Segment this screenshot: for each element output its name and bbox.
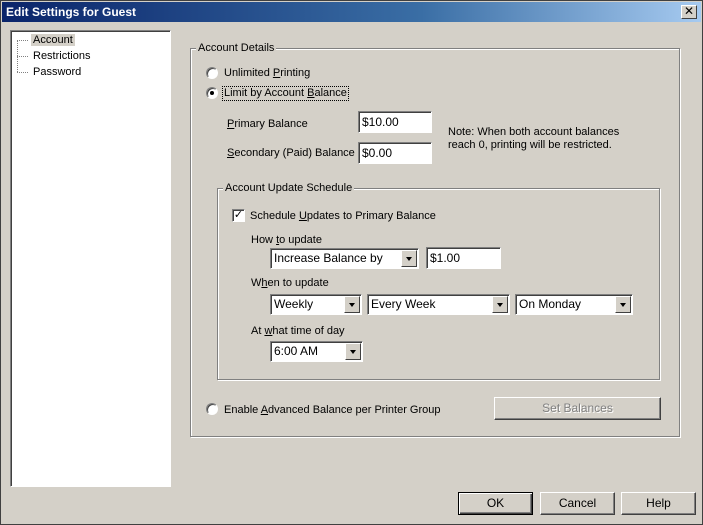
label-part: o update — [279, 234, 322, 246]
chevron-down-icon[interactable] — [344, 296, 360, 313]
label-part: Enable — [224, 404, 261, 416]
check-icon: ✓ — [233, 209, 244, 221]
dialog-window: Edit Settings for Guest ✕ Account Restri… — [0, 0, 703, 525]
chevron-down-icon[interactable] — [345, 343, 361, 360]
label-accelerator: A — [260, 404, 269, 416]
secondary-balance-label: Secondary (Paid) Balance — [227, 147, 355, 160]
chevron-down-icon[interactable] — [492, 296, 508, 313]
window-title: Edit Settings for Guest — [6, 5, 137, 19]
label-part: pdates to Primary Balance — [306, 210, 436, 222]
unlimited-printing-radio[interactable] — [206, 67, 218, 79]
primary-balance-input[interactable]: $10.00 — [358, 111, 432, 133]
when-to-update-label: When to update — [251, 277, 329, 290]
input-value: $1.00 — [430, 251, 461, 265]
advanced-balance-label[interactable]: Enable Advanced Balance per Printer Grou… — [224, 404, 440, 417]
label-part: econdary (Paid) Balance — [234, 147, 355, 159]
cancel-button[interactable]: Cancel — [540, 492, 615, 515]
tree-item-label: Restrictions — [33, 50, 91, 62]
update-frequency-select[interactable]: Every Week — [367, 294, 510, 315]
chevron-down-icon[interactable] — [615, 296, 631, 313]
label-accelerator: U — [298, 210, 307, 222]
update-amount-input[interactable]: $1.00 — [426, 247, 501, 269]
label-accelerator: B — [307, 87, 315, 99]
label-part: hat time of day — [272, 325, 345, 337]
time-of-day-label: At what time of day — [251, 325, 345, 338]
time-of-day-select[interactable]: 6:00 AM — [270, 341, 363, 362]
label-part: rimary Balance — [234, 118, 308, 130]
label-part: en to update — [267, 277, 329, 289]
schedule-updates-label[interactable]: Schedule Updates to Primary Balance — [250, 210, 436, 223]
select-value: On Monday — [519, 297, 582, 311]
button-label: Cancel — [558, 496, 597, 510]
settings-tree: Account Restrictions Password — [10, 30, 171, 487]
label-part: Schedule — [250, 210, 299, 222]
account-details-title: Account Details — [196, 42, 277, 55]
ok-button[interactable]: OK — [458, 492, 533, 515]
select-value: Increase Balance by — [274, 251, 383, 265]
select-value: 6:00 AM — [274, 344, 319, 358]
label-part: Limit by Account — [224, 87, 308, 99]
label-part: rinting — [280, 67, 311, 79]
input-value: $10.00 — [362, 115, 399, 129]
how-to-update-select[interactable]: Increase Balance by — [270, 248, 419, 269]
unlimited-printing-label[interactable]: Unlimited Printing — [224, 67, 310, 80]
set-balances-button[interactable]: Set Balances — [494, 397, 661, 420]
tree-item-label: Password — [33, 66, 82, 78]
limit-by-balance-radio[interactable] — [206, 87, 218, 99]
update-schedule-title: Account Update Schedule — [223, 182, 355, 195]
secondary-balance-input[interactable]: $0.00 — [358, 142, 432, 164]
advanced-balance-radio[interactable] — [206, 403, 218, 415]
schedule-updates-checkbox[interactable]: ✓ — [232, 209, 245, 222]
button-label: Set Balances — [542, 401, 613, 415]
title-bar[interactable]: Edit Settings for Guest ✕ — [2, 2, 701, 22]
update-period-select[interactable]: Weekly — [270, 294, 362, 315]
select-value: Weekly — [274, 297, 314, 311]
tree-item-label: Account — [31, 34, 75, 46]
label-part: How — [251, 234, 277, 246]
label-part: alance — [314, 87, 347, 99]
update-day-select[interactable]: On Monday — [515, 294, 633, 315]
tree-item-restrictions[interactable]: Restrictions — [17, 49, 92, 63]
tree-item-account[interactable]: Account — [17, 33, 75, 47]
label-part: Unlimited — [224, 67, 273, 79]
balance-note-line1: Note: When both account balances — [448, 126, 620, 138]
help-button[interactable]: Help — [621, 492, 696, 515]
limit-by-balance-label[interactable]: Limit by Account Balance — [222, 86, 349, 101]
close-icon: ✕ — [683, 4, 695, 18]
select-value: Every Week — [371, 297, 436, 311]
input-value: $0.00 — [362, 146, 393, 160]
tree-item-password[interactable]: Password — [17, 65, 83, 79]
label-part: W — [251, 277, 262, 289]
chevron-down-icon[interactable] — [401, 250, 417, 267]
close-button[interactable]: ✕ — [681, 5, 697, 19]
balance-note-line2: reach 0, printing will be restricted. — [448, 139, 612, 151]
label-part: At — [251, 325, 265, 337]
primary-balance-label: Primary Balance — [227, 118, 308, 131]
button-label: Help — [646, 496, 671, 510]
how-to-update-label: How to update — [251, 234, 322, 247]
label-part: dvanced Balance per Printer Group — [268, 404, 441, 416]
button-label: OK — [486, 496, 505, 510]
